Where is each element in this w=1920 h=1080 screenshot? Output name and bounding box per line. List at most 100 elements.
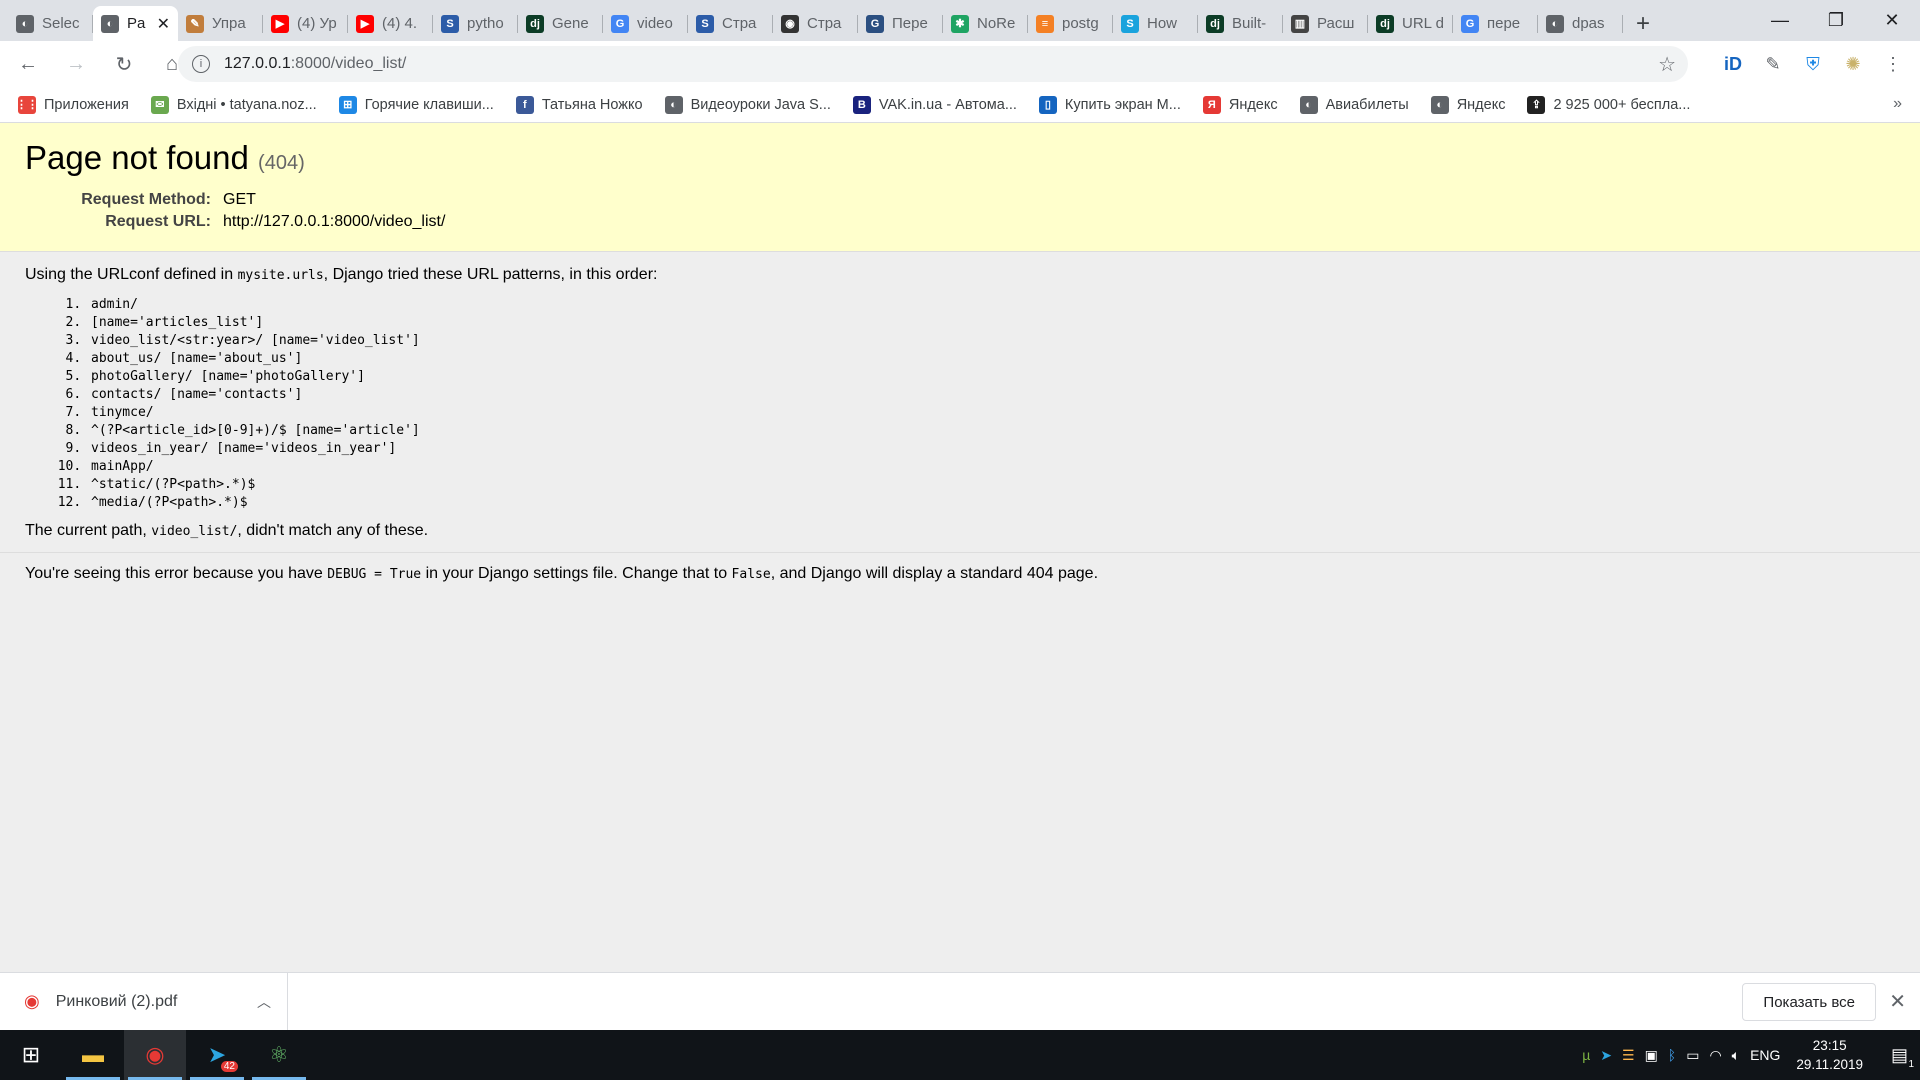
urlconf-module: mysite.urls: [237, 268, 324, 283]
globe-icon: ◐: [1430, 95, 1449, 114]
error-summary: Page not found (404) Request Method: GET…: [0, 123, 1920, 252]
id-extension-icon[interactable]: iD: [1716, 47, 1750, 81]
tab[interactable]: Gпере: [1453, 6, 1538, 41]
tab[interactable]: ◉ Стра: [773, 6, 858, 41]
tab[interactable]: Gvideo: [603, 6, 688, 41]
language-indicator[interactable]: ENG: [1750, 1047, 1780, 1063]
explanation-text: You're seeing this error because you hav…: [25, 565, 1895, 583]
battery-icon[interactable]: ▭: [1686, 1047, 1699, 1064]
mail-icon: ✉: [150, 95, 169, 114]
show-all-downloads-button[interactable]: Показать все: [1742, 983, 1876, 1021]
status-code: (404): [258, 152, 305, 174]
explanation-middle: in your Django settings file. Change tha…: [421, 565, 732, 582]
system-tray: µ ➤ ☰ ▣ ᛒ ▭ ◠ 🔈︎ ENG 23:15 29.11.2019 ▤ 1: [1582, 1030, 1920, 1080]
tab[interactable]: ▶ (4) 4.: [348, 6, 433, 41]
bookmark-item[interactable]: ▯ Купить экран М...: [1038, 95, 1181, 114]
bookmark-star-icon[interactable]: ☆: [1658, 52, 1676, 77]
tab[interactable]: dj URL d: [1368, 6, 1453, 41]
request-meta: Request Method: GET Request URL: http://…: [25, 191, 1895, 231]
close-tab-icon[interactable]: ✕: [157, 14, 170, 34]
taskbar-chrome[interactable]: ◉: [124, 1030, 186, 1080]
close-window-button[interactable]: ✕: [1864, 0, 1920, 40]
bookmarks-overflow-button[interactable]: »: [1893, 95, 1902, 113]
telegram-tray-icon[interactable]: ➤: [1600, 1047, 1612, 1064]
reload-button[interactable]: ↻: [104, 44, 144, 84]
request-url-value: http://127.0.0.1:8000/video_list/: [223, 213, 446, 230]
info-icon[interactable]: i: [192, 55, 210, 73]
bookmark-item[interactable]: ⋮⋮ Приложения: [16, 95, 129, 114]
windows-taskbar: ⊞ ▬ ◉ ➤ 42 ⚛ µ ➤ ☰ ▣ ᛒ ▭ ◠ 🔈︎ ENG 23:15 …: [0, 1030, 1920, 1080]
shield-extension-icon[interactable]: ⛨: [1796, 47, 1830, 81]
taskbar-telegram[interactable]: ➤ 42: [186, 1030, 248, 1080]
tab[interactable]: G Пере: [858, 6, 943, 41]
close-download-bar-button[interactable]: ✕: [1889, 989, 1906, 1014]
bookmark-item[interactable]: Я Яндекс: [1202, 95, 1278, 114]
eyedropper-extension-icon[interactable]: ✎: [1756, 47, 1790, 81]
url-pattern: contacts/ [name='contacts']: [89, 386, 1895, 404]
minimize-button[interactable]: —: [1752, 0, 1808, 40]
tab[interactable]: ▶ (4) Ур: [263, 6, 348, 41]
start-button[interactable]: ⊞: [0, 1030, 62, 1080]
tab[interactable]: Spytho: [433, 6, 518, 41]
url-pattern-list: admin/[name='articles_list']video_list/<…: [89, 296, 1895, 512]
apps-grid-icon: ⋮⋮: [16, 95, 38, 114]
tab-title: Built-: [1232, 15, 1267, 32]
urlconf-suffix: , Django tried these URL patterns, in th…: [323, 266, 658, 283]
address-bar[interactable]: i 127.0.0.1:8000/video_list/ ☆: [178, 46, 1688, 82]
debug-setting: DEBUG = True: [327, 567, 422, 582]
bookmark-item[interactable]: ✉ Вхідні • tatyana.noz...: [150, 95, 317, 114]
action-center-icon[interactable]: ▤ 1: [1891, 1045, 1914, 1070]
google-icon: G: [1461, 14, 1479, 33]
django-icon: dj: [526, 14, 544, 33]
bookmark-item[interactable]: ⊞ Горячие клавиши...: [338, 95, 494, 114]
wifi-icon[interactable]: ◠: [1709, 1047, 1721, 1064]
bookmark-item[interactable]: ⇪ 2 925 000+ бесплa...: [1527, 95, 1690, 114]
back-button[interactable]: ←: [8, 44, 48, 84]
stackoverflow-icon: ≡: [1036, 14, 1054, 33]
tab[interactable]: ◐ Selec: [8, 6, 93, 41]
bookmark-item[interactable]: ◐ Видеоуроки Java S...: [664, 95, 831, 114]
tab[interactable]: dj Built-: [1198, 6, 1283, 41]
tab[interactable]: ≡ postg: [1028, 6, 1113, 41]
tab-title: Pa: [127, 15, 146, 32]
browser-toolbar: ← → ↻ ⌂ i 127.0.0.1:8000/video_list/ ☆ i…: [0, 41, 1920, 87]
google-icon: G: [611, 14, 629, 33]
bookmark-item[interactable]: f Татьяна Ножко: [515, 95, 643, 114]
bookmark-item[interactable]: ◐ Яндекс: [1430, 95, 1505, 114]
tab[interactable]: ◐ dpas: [1538, 6, 1623, 41]
tab[interactable]: ▥ Расш: [1283, 6, 1368, 41]
chevron-up-icon[interactable]: ︿: [257, 992, 271, 1012]
taskbar-atom[interactable]: ⚛: [248, 1030, 310, 1080]
tab[interactable]: S Стра: [688, 6, 773, 41]
bluetooth-icon[interactable]: ᛒ: [1668, 1047, 1676, 1063]
tab-title: (4) Ур: [297, 15, 337, 32]
tab[interactable]: dj Gene: [518, 6, 603, 41]
bookmark-item[interactable]: B VAK.in.ua - Автома...: [852, 95, 1017, 114]
taskbar-file-explorer[interactable]: ▬: [62, 1030, 124, 1080]
burger-icon[interactable]: ☰: [1622, 1047, 1635, 1064]
new-tab-button[interactable]: +: [1623, 6, 1663, 41]
tab[interactable]: ✱ NoRe: [943, 6, 1028, 41]
page-title-text: Page not found: [25, 139, 249, 176]
bookmark-label: Вхідні • tatyana.noz...: [176, 96, 317, 113]
download-item[interactable]: ◉ Ринковий (2).pdf ︿: [0, 973, 288, 1030]
tab[interactable]: ✎ Упра: [178, 6, 263, 41]
tab[interactable]: S How: [1113, 6, 1198, 41]
tab[interactable]: ◐ Pa ✕: [93, 6, 178, 41]
clock[interactable]: 23:15 29.11.2019: [1796, 1036, 1863, 1074]
page-content: Page not found (404) Request Method: GET…: [0, 123, 1920, 972]
utorrent-icon[interactable]: µ: [1582, 1047, 1590, 1063]
notification-count: 1: [1908, 1058, 1914, 1070]
bookmark-label: Видеоуроки Java S...: [690, 96, 831, 113]
screen-icon[interactable]: ▣: [1645, 1047, 1658, 1064]
profile-avatar-icon[interactable]: ✺: [1836, 47, 1870, 81]
yandex-icon: Я: [1202, 95, 1221, 114]
maximize-button[interactable]: ❐: [1808, 0, 1864, 40]
volume-icon[interactable]: 🔈︎: [1732, 1047, 1740, 1064]
url-pattern: ^(?P<article_id>[0-9]+)/$ [name='article…: [89, 422, 1895, 440]
url-pattern: [name='articles_list']: [89, 314, 1895, 332]
globe-icon: ◐: [101, 14, 119, 33]
forward-button[interactable]: →: [56, 44, 96, 84]
bookmark-item[interactable]: ◐ Авиабилеты: [1299, 95, 1409, 114]
menu-kebab-icon[interactable]: ⋮: [1876, 47, 1910, 81]
